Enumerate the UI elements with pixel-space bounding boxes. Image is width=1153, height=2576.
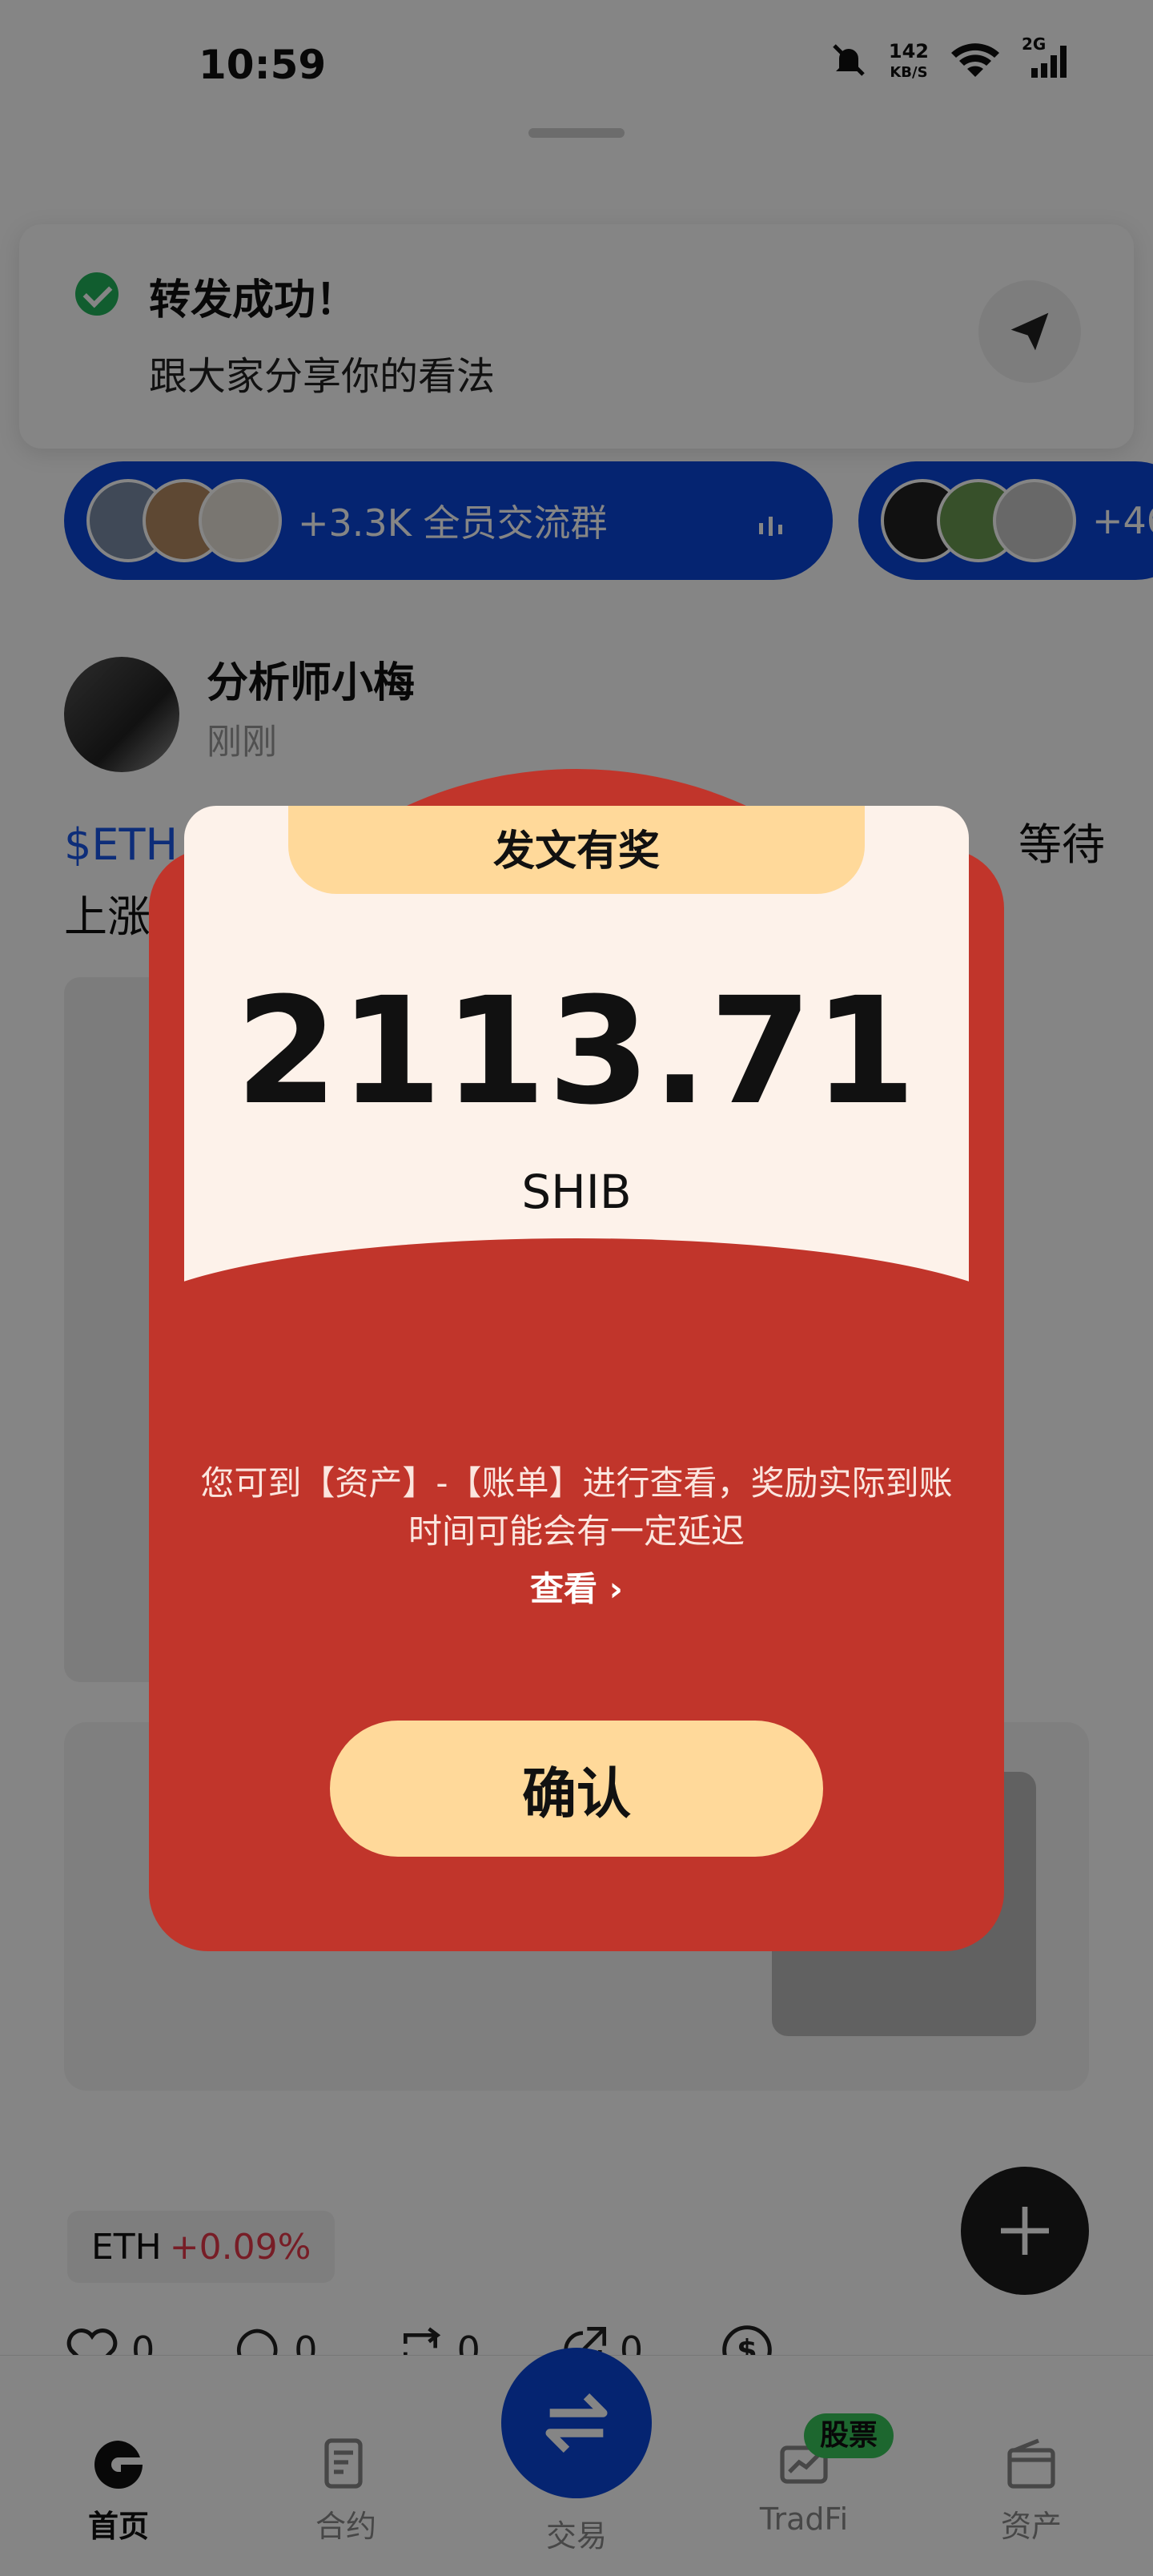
reward-note: 您可到【资产】-【账单】进行查看，奖励实际到账时间可能会有一定延迟 [200,1463,953,1551]
card-curve [184,1238,969,1310]
reward-header: 发文有奖 [492,827,660,875]
reward-amount: 2113.71 [235,966,918,1137]
reward-unit: SHIB [521,1165,632,1219]
reward-card: 发文有奖 2113.71 [184,806,969,1310]
view-link[interactable]: 查看 › [149,1562,1004,1611]
confirm-button[interactable]: 确认 [330,1721,823,1857]
reward-modal: 发文有奖 2113.71 SHIB 您可到【资产】-【账单】进行查看，奖励实际到… [149,769,1004,1951]
